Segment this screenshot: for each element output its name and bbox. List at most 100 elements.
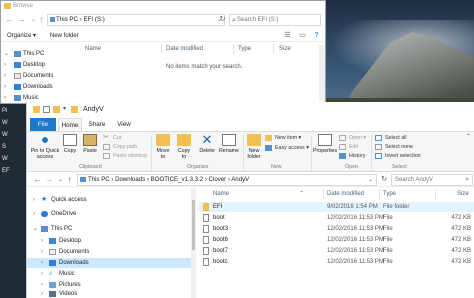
chevron-right-icon[interactable]: › xyxy=(4,60,6,70)
nav-item-videos[interactable]: › Videos xyxy=(27,289,195,298)
delete-button[interactable]: ✕ Delete xyxy=(198,133,216,154)
rename-button[interactable]: Rename xyxy=(218,134,240,154)
copy-to-button[interactable]: Copy to xyxy=(175,134,193,160)
browse-nav-item[interactable]: › Desktop xyxy=(3,60,45,70)
properties-icon[interactable] xyxy=(43,106,50,113)
chevron-down-icon[interactable]: ▾ xyxy=(63,106,70,113)
paste-shortcut-button[interactable]: Paste shortcut xyxy=(103,152,147,160)
file-type: File xyxy=(383,237,393,243)
empty-message: No items match your search. xyxy=(166,64,243,70)
nav-item-quick-access[interactable]: › ★ Quick access xyxy=(27,195,195,205)
properties-button[interactable]: Properties xyxy=(313,134,337,154)
chevron-right-icon[interactable]: › xyxy=(41,269,43,279)
tab-share[interactable]: Share xyxy=(85,118,109,131)
new-folder-icon[interactable] xyxy=(53,106,60,113)
open-label: Open ▾ xyxy=(349,135,367,141)
nav-item-onedrive[interactable]: › OneDrive xyxy=(27,209,195,219)
file-row[interactable]: boot3 12/02/2016 11:53 PM File 472 KB xyxy=(199,224,474,234)
file-row[interactable]: EFI 9/02/2016 1:54 PM File folder xyxy=(199,202,474,212)
nav-item-downloads[interactable]: › Downloads xyxy=(27,258,195,268)
copy-path-button[interactable]: Copy path xyxy=(103,143,137,151)
forward-arrow-icon[interactable]: → xyxy=(45,175,54,185)
file-name: boot6 xyxy=(213,237,229,243)
nav-label: Documents xyxy=(59,249,90,255)
invert-selection-button[interactable]: Invert selection xyxy=(375,152,421,160)
chevron-right-icon[interactable]: › xyxy=(4,93,6,103)
tab-view[interactable]: View xyxy=(113,118,135,131)
scrollbar[interactable] xyxy=(319,45,325,103)
up-arrow-icon[interactable]: ↑ xyxy=(37,15,46,25)
open-button[interactable]: Open ▾ xyxy=(339,134,366,142)
help-icon[interactable]: ? xyxy=(311,31,322,41)
scrollbar-thumb[interactable] xyxy=(192,200,195,250)
paste-label: Paste xyxy=(83,148,97,154)
new-folder-button[interactable]: New folder xyxy=(245,134,263,160)
refresh-icon[interactable]: ↻ xyxy=(217,14,228,26)
column-size[interactable]: Size xyxy=(279,44,291,54)
browse-address-bar[interactable]: This PC › EFI (S:) ⌄ xyxy=(47,14,225,26)
organize-button[interactable]: Organize ▾ xyxy=(7,31,36,41)
chevron-down-icon[interactable]: ⌄ xyxy=(4,49,9,59)
column-name[interactable]: Name xyxy=(213,189,229,199)
chevron-right-icon[interactable]: › xyxy=(41,236,43,246)
new-item-button[interactable]: New item ▾ xyxy=(265,134,301,142)
select-none-button[interactable]: Select none xyxy=(375,143,413,151)
recent-chevron-icon[interactable]: ⌄ xyxy=(56,175,65,185)
view-options-icon[interactable]: ☰ xyxy=(282,31,293,41)
collapse-ribbon-icon[interactable]: ⌃ xyxy=(466,133,471,140)
up-arrow-icon[interactable]: ↑ xyxy=(65,175,74,185)
paste-button[interactable]: Paste xyxy=(81,134,99,154)
nav-item-music[interactable]: › ♪ Music xyxy=(27,269,195,279)
column-date-modified[interactable]: Date modified xyxy=(166,44,203,54)
chevron-right-icon[interactable]: › xyxy=(41,258,43,268)
tab-home[interactable]: Home xyxy=(58,118,82,131)
cut-button[interactable]: ✂ Cut xyxy=(103,134,121,142)
edit-button[interactable]: Edit xyxy=(339,143,358,151)
browse-nav-item[interactable]: ⌄ This PC xyxy=(3,49,44,59)
chevron-right-icon[interactable]: › xyxy=(33,209,35,219)
history-button[interactable]: History xyxy=(339,152,365,160)
chevron-right-icon[interactable]: › xyxy=(41,247,43,257)
chevron-right-icon[interactable]: › xyxy=(33,195,35,205)
select-all-button[interactable]: Select all xyxy=(375,134,407,142)
history-label: History xyxy=(349,153,366,159)
back-arrow-icon[interactable]: ← xyxy=(5,15,14,25)
preview-pane-icon[interactable]: ▭ xyxy=(297,31,308,41)
chevron-right-icon[interactable]: › xyxy=(4,82,6,92)
explorer-address-bar[interactable]: This PC › Downloads › BOOTICE_v1.3.3.2 ›… xyxy=(77,174,377,186)
browse-search-input[interactable]: ⌕ Search EFI (S:) xyxy=(229,14,321,26)
chevron-right-icon[interactable]: › xyxy=(4,71,6,81)
back-arrow-icon[interactable]: ← xyxy=(33,175,42,185)
forward-arrow-icon[interactable]: → xyxy=(17,15,26,25)
chevron-right-icon[interactable]: › xyxy=(41,289,43,298)
explorer-search-input[interactable]: Search AndyV ⌕ xyxy=(391,174,473,186)
file-row[interactable]: boot 12/02/2016 11:53 PM File 472 KB xyxy=(199,213,474,223)
explorer-address-text: This PC › Downloads › BOOTICE_v1.3.3.2 ›… xyxy=(88,176,250,183)
nav-item-documents[interactable]: › Documents xyxy=(27,247,195,257)
column-size[interactable]: Size xyxy=(457,189,469,199)
move-to-button[interactable]: Move to xyxy=(154,134,172,160)
new-folder-button[interactable]: New folder xyxy=(50,31,79,41)
file-row[interactable]: boot7 12/02/2016 11:53 PM File 472 KB xyxy=(199,246,474,256)
file-row[interactable]: boot6 12/02/2016 11:53 PM File 472 KB xyxy=(199,235,474,245)
nav-item-this-pc[interactable]: ⌄ This PC xyxy=(27,224,195,234)
tab-file[interactable]: File xyxy=(30,118,56,131)
column-date-modified[interactable]: Date modified xyxy=(327,189,364,199)
refresh-icon[interactable]: ↻ xyxy=(379,174,389,186)
chevron-down-icon[interactable]: ⌄ xyxy=(368,175,373,185)
file-row[interactable]: bootc 12/02/2016 11:53 PM File 472 KB xyxy=(199,257,474,267)
file-icon xyxy=(203,214,209,222)
strip-label: W xyxy=(2,156,8,162)
column-type[interactable]: Type xyxy=(383,189,396,199)
nav-scrollbar[interactable] xyxy=(191,188,196,298)
copy-button[interactable]: Copy xyxy=(62,134,78,154)
column-name[interactable]: Name xyxy=(85,44,101,54)
chevron-down-icon[interactable]: ⌄ xyxy=(33,224,38,234)
nav-label: Desktop xyxy=(59,238,82,244)
column-type[interactable]: Type xyxy=(238,44,251,54)
browse-nav-item[interactable]: › Documents xyxy=(3,71,53,81)
nav-item-desktop[interactable]: › Desktop xyxy=(27,236,195,246)
easy-access-button[interactable]: Easy access ▾ xyxy=(265,144,309,152)
browse-nav-item[interactable]: › Downloads xyxy=(3,82,53,92)
pin-to-quick-access-button[interactable]: Pin to Quick access xyxy=(30,134,60,160)
